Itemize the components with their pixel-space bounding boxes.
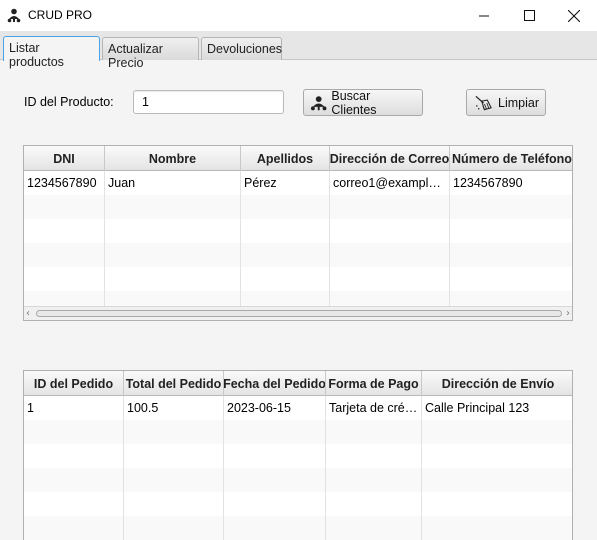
orders-table[interactable]: ID del Pedido Total del Pedido Fecha del… xyxy=(23,370,573,540)
cell-direccion-envio: Calle Principal 123 xyxy=(425,401,530,415)
cell-total-pedido: 100.5 xyxy=(124,396,224,420)
search-clients-label: Buscar Clientes xyxy=(331,88,377,117)
clear-label: Limpiar xyxy=(498,95,539,110)
title-bar: CRUD PRO xyxy=(0,0,597,31)
cell-telefono: 1234567890 xyxy=(453,176,523,190)
column-header-direccion-envio[interactable]: Dirección de Envío xyxy=(422,371,572,396)
tab-strip: Listar productos Actualizar Precio Devol… xyxy=(0,31,597,70)
orders-table-header: ID del Pedido Total del Pedido Fecha del… xyxy=(24,371,572,396)
scrollbar-thumb[interactable] xyxy=(36,310,562,317)
product-id-input[interactable] xyxy=(133,90,284,114)
product-id-label: ID del Producto: xyxy=(24,95,114,109)
cell-dni: 1234567890 xyxy=(24,171,105,195)
maximize-button[interactable] xyxy=(506,0,552,31)
column-header-total-pedido[interactable]: Total del Pedido xyxy=(124,371,224,396)
column-header-nombre[interactable]: Nombre xyxy=(105,146,241,171)
table-row-empty xyxy=(24,420,572,444)
scroll-left-icon[interactable]: ‹ xyxy=(26,308,30,319)
table-row-empty xyxy=(24,195,572,219)
table-row-empty xyxy=(24,267,572,291)
clear-button[interactable]: Limpiar xyxy=(466,89,546,116)
table-row-empty xyxy=(24,444,572,468)
cell-forma-pago: Tarjeta de créd... xyxy=(326,396,422,420)
maximize-icon xyxy=(523,10,535,21)
column-header-apellidos[interactable]: Apellidos xyxy=(241,146,330,171)
user-group-icon xyxy=(310,95,327,110)
close-icon xyxy=(568,9,580,22)
table-row[interactable]: 1 100.5 2023-06-15 Tarjeta de créd... Ca… xyxy=(24,396,572,420)
table-row-empty xyxy=(24,468,572,492)
broom-icon xyxy=(475,95,492,110)
window-title: CRUD PRO xyxy=(28,8,93,22)
minimize-button[interactable] xyxy=(461,0,507,31)
column-header-fecha-pedido[interactable]: Fecha del Pedido xyxy=(224,371,326,396)
minimize-icon xyxy=(478,15,489,17)
table-row[interactable]: 1234567890 Juan Pérez correo1@example...… xyxy=(24,171,572,195)
column-header-id-pedido[interactable]: ID del Pedido xyxy=(24,371,124,396)
column-header-dni[interactable]: DNI xyxy=(24,146,105,171)
user-group-icon xyxy=(7,8,21,23)
column-header-telefono[interactable]: Número de Teléfono xyxy=(450,146,572,171)
tab-actualizar-precio[interactable]: Actualizar Precio xyxy=(102,37,199,70)
tab-devoluciones[interactable]: Devoluciones xyxy=(201,37,282,60)
tab-listar-productos[interactable]: Listar productos xyxy=(3,36,100,69)
cell-correo: correo1@example.... xyxy=(330,171,450,195)
cell-fecha-pedido: 2023-06-15 xyxy=(224,396,326,420)
table-row-empty xyxy=(24,492,572,516)
column-header-forma-pago[interactable]: Forma de Pago xyxy=(326,371,422,396)
clients-table-header: DNI Nombre Apellidos Dirección de Correo… xyxy=(24,146,572,171)
table-row-empty xyxy=(24,219,572,243)
cell-id-pedido: 1 xyxy=(24,396,124,420)
table-row-empty xyxy=(24,516,572,540)
table-row-empty xyxy=(24,243,572,267)
column-header-correo[interactable]: Dirección de Correo xyxy=(330,146,450,171)
close-button[interactable] xyxy=(551,0,597,31)
cell-apellidos: Pérez xyxy=(241,171,330,195)
cell-nombre: Juan xyxy=(105,171,241,195)
clients-table[interactable]: DNI Nombre Apellidos Dirección de Correo… xyxy=(23,145,573,321)
search-clients-button[interactable]: Buscar Clientes xyxy=(303,88,423,117)
scroll-right-icon[interactable]: › xyxy=(566,308,570,319)
horizontal-scrollbar[interactable]: ‹ › xyxy=(24,306,572,320)
